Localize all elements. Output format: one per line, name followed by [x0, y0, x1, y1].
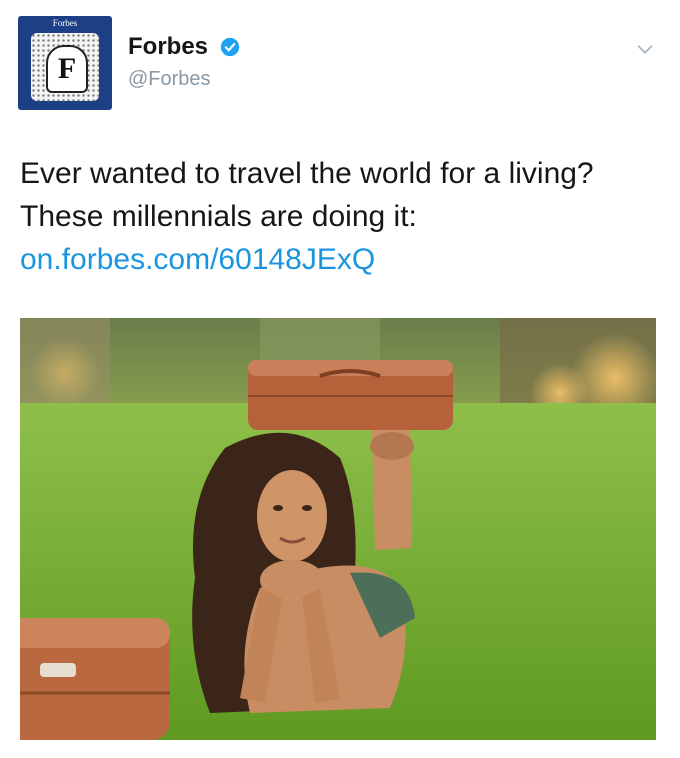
- chevron-down-icon[interactable]: [634, 38, 656, 60]
- photo-illustration: [20, 318, 656, 740]
- tweet-card: Forbes F Forbes @Forbes Ever wanted to t…: [0, 0, 680, 758]
- author-name-row: Forbes: [128, 33, 240, 63]
- user-handle[interactable]: @Forbes: [128, 68, 211, 91]
- tweet-link[interactable]: on.forbes.com/60148JExQ: [20, 238, 660, 281]
- avatar-brand-text: Forbes: [52, 18, 78, 28]
- snapcode-icon: F: [31, 33, 99, 101]
- tweet-text: Ever wanted to travel the world for a li…: [20, 152, 660, 281]
- avatar-letter: F: [57, 52, 77, 85]
- avatar[interactable]: Forbes F: [18, 16, 112, 110]
- tweet-body-text: Ever wanted to travel the world for a li…: [20, 157, 594, 233]
- display-name[interactable]: Forbes: [128, 33, 208, 60]
- tweet-photo[interactable]: [20, 318, 656, 740]
- verified-badge-icon: [221, 37, 240, 57]
